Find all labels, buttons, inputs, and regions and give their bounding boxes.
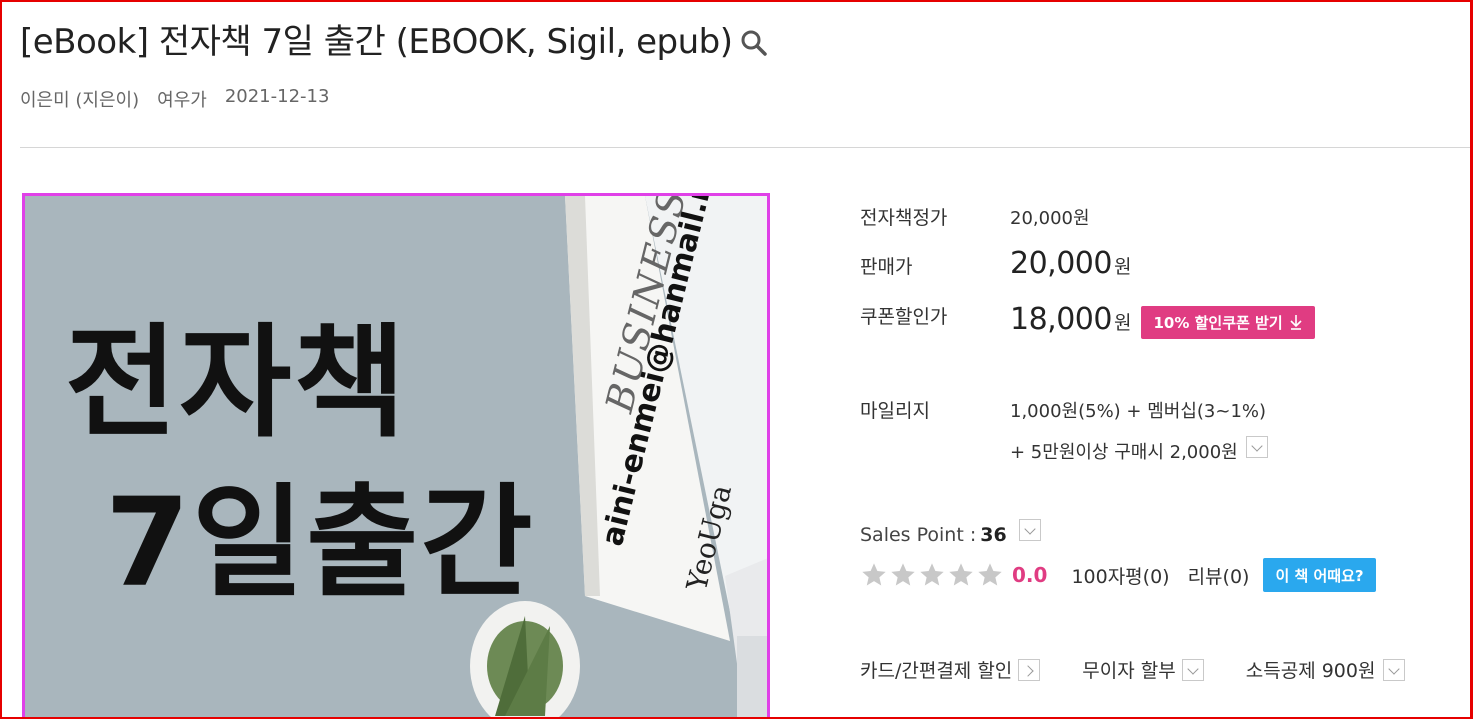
sales-point-value: 36 <box>980 524 1007 546</box>
cover-title-line1: 전자책 <box>65 312 408 454</box>
divider <box>20 147 1473 148</box>
sale-price-row: 판매가 20,000 원 <box>860 246 1131 281</box>
card-discount-label[interactable]: 카드/간편결제 할인 <box>860 656 1012 683</box>
mileage-dropdown[interactable] <box>1245 436 1268 458</box>
ebook-price-row: 전자책정가 20,000원 <box>860 203 1090 230</box>
installment-dropdown[interactable] <box>1181 658 1204 681</box>
coupon-button[interactable]: 10% 할인쿠폰 받기 <box>1141 305 1315 339</box>
download-arrow-icon <box>1290 315 1302 330</box>
sales-point-label: Sales Point : <box>860 524 977 546</box>
publisher-link[interactable]: 여우가 <box>157 86 207 112</box>
book-cover[interactable]: 전자책 7일출간 BUSINESS aini-enmei@hanmail.net… <box>22 193 770 719</box>
sales-point-row: Sales Point : 36 <box>860 519 1041 546</box>
rating-stars <box>860 561 1004 589</box>
cover-title-line2: 7일출간 <box>105 472 535 614</box>
deduction-label[interactable]: 소득공제 900원 <box>1246 656 1376 683</box>
ebook-price-value: 20,000원 <box>1010 208 1090 229</box>
publish-date: 2021-12-13 <box>224 86 330 107</box>
coupon-price-row: 쿠폰할인가 18,000 원 10% 할인쿠폰 받기 <box>860 302 1315 342</box>
ebook-price-label: 전자책정가 <box>860 207 948 229</box>
review-button[interactable]: 이 책 어때요? <box>1263 558 1376 592</box>
title-row: [eBook] 전자책 7일 출간 (EBOOK, Sigil, epub) <box>20 14 769 63</box>
star-icon <box>891 563 915 586</box>
coupon-button-label: 10% 할인쿠폰 받기 <box>1153 313 1283 332</box>
review100-link[interactable]: 100자평(0) <box>1071 562 1169 589</box>
search-icon[interactable] <box>739 28 769 58</box>
sale-price-label: 판매가 <box>860 256 913 278</box>
reviews-link[interactable]: 리뷰(0) <box>1188 562 1250 589</box>
star-icon <box>920 563 944 586</box>
star-icon <box>949 563 973 586</box>
book-title[interactable]: [eBook] 전자책 7일 출간 (EBOOK, Sigil, epub) <box>20 14 733 63</box>
coupon-price-value: 18,000 <box>1010 302 1112 337</box>
deduction-dropdown[interactable] <box>1383 658 1406 681</box>
book-meta: 이은미 (지은이) 여우가 2021-12-13 <box>20 86 329 112</box>
card-discount-arrow[interactable] <box>1018 658 1041 681</box>
rating-row: 0.0 100자평(0) 리뷰(0) 이 책 어때요? <box>860 558 1376 592</box>
rating-score: 0.0 <box>1012 563 1048 587</box>
star-icon <box>862 563 886 586</box>
coupon-price-unit: 원 <box>1113 312 1132 334</box>
coupon-price-label: 쿠폰할인가 <box>860 306 948 328</box>
mileage-line1: 1,000원(5%) + 멤버십(3~1%) <box>1010 401 1267 422</box>
installment-label[interactable]: 무이자 할부 <box>1082 656 1175 683</box>
sale-price-value: 20,000 <box>1010 246 1112 281</box>
mileage-row: 마일리지 1,000원(5%) + 멤버십(3~1%) <box>860 396 1266 423</box>
author-link[interactable]: 이은미 (지은이) <box>20 86 139 112</box>
mileage-line2: + 5만원이상 구매시 2,000원 <box>1010 442 1238 463</box>
sale-price-unit: 원 <box>1113 256 1132 278</box>
mileage-row2: + 5만원이상 구매시 2,000원 <box>1010 436 1268 464</box>
mileage-label: 마일리지 <box>860 400 930 422</box>
payment-row: 카드/간편결제 할인 무이자 할부 소득공제 900원 <box>860 656 1406 683</box>
star-icon <box>978 563 1002 586</box>
sales-point-dropdown[interactable] <box>1018 519 1041 541</box>
